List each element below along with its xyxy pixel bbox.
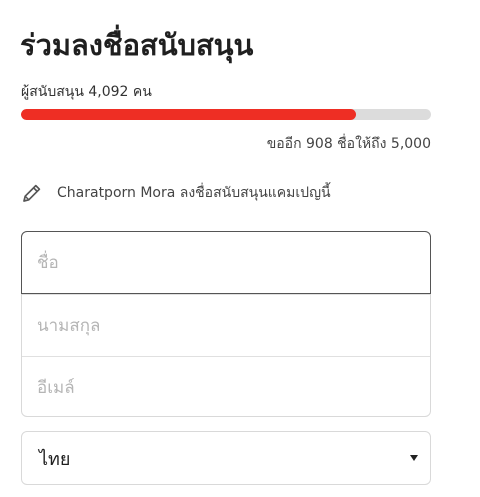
- last-name-input[interactable]: [22, 294, 430, 356]
- supporters-count: ผู้สนับสนุน 4,092 คน: [21, 84, 152, 100]
- country-select-value: ไทย: [39, 448, 71, 470]
- remaining-signatures: ขออีก 908 ชื่อให้ถึง 5,000: [266, 136, 431, 152]
- caret-down-icon: [410, 455, 418, 461]
- first-name-input[interactable]: [21, 231, 431, 294]
- pencil-icon: [21, 182, 43, 204]
- recent-signer-text: Charatporn Mora ลงชื่อสนับสนุนแคมเปญนี้: [57, 185, 331, 201]
- signup-form: [21, 231, 431, 418]
- recent-signer: Charatporn Mora ลงชื่อสนับสนุนแคมเปญนี้: [21, 180, 331, 206]
- country-select[interactable]: ไทย: [21, 431, 431, 485]
- email-input[interactable]: [22, 356, 430, 418]
- progress-fill: [21, 109, 357, 120]
- page-title: ร่วมลงชื่อสนับสนุน: [20, 28, 254, 62]
- progress-bar: [21, 109, 431, 120]
